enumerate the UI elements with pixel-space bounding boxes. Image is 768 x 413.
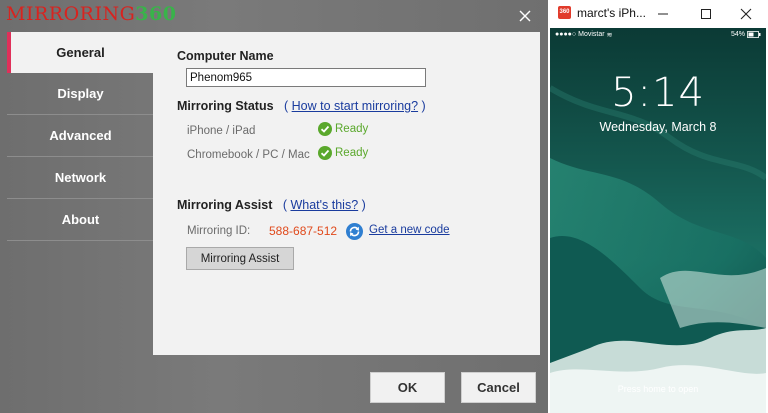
check-icon <box>318 146 332 160</box>
lock-screen-date: Wednesday, March 8 <box>599 120 717 134</box>
computer-name-heading: Computer Name <box>177 49 274 63</box>
get-new-code-link[interactable]: Get a new code <box>369 224 450 236</box>
status-label-iphone: iPhone / iPad <box>187 125 256 137</box>
nav-divider <box>7 240 154 241</box>
how-to-start-link[interactable]: How to start mirroring? <box>292 99 418 113</box>
general-settings-panel: Computer Name Mirroring Status ( How to … <box>153 32 540 355</box>
cancel-button[interactable]: Cancel <box>461 372 536 403</box>
app-titlebar: MIRRORING360 <box>0 0 548 32</box>
nav-item-network[interactable]: Network <box>7 157 154 198</box>
iphone-mirror-window: 360 marct's iPh... ●●●●○ Movistar ≋ 54% … <box>548 0 768 413</box>
mirroring360-window: MIRRORING360 General Display Advanced Ne… <box>0 0 548 413</box>
status-label-chromebook: Chromebook / PC / Mac <box>187 149 310 161</box>
mirroring-status-heading: Mirroring Status ( How to start mirrorin… <box>177 99 426 113</box>
signal-icon: ●●●●○ <box>555 31 577 38</box>
nav-item-advanced[interactable]: Advanced <box>7 115 154 156</box>
mirroring-id-label: Mirroring ID: <box>187 225 251 237</box>
refresh-icon[interactable] <box>346 223 363 240</box>
ok-button[interactable]: OK <box>370 372 445 403</box>
close-icon[interactable] <box>514 5 536 27</box>
battery-percent: 54% <box>730 31 745 38</box>
check-icon <box>318 122 332 136</box>
status-badge: Ready <box>318 122 368 136</box>
iphone-lock-screen[interactable]: ●●●●○ Movistar ≋ 54% 5:14 Wednesday, Mar… <box>550 28 766 413</box>
mirroring-id-value: 588-687-512 <box>269 224 338 238</box>
phone-window-title: marct's iPh... <box>577 6 646 20</box>
nav-item-about[interactable]: About <box>7 199 154 240</box>
nav-item-general[interactable]: General <box>7 32 154 73</box>
mirroring-assist-button[interactable]: Mirroring Assist <box>186 247 294 270</box>
settings-nav: General Display Advanced Network About <box>7 32 154 242</box>
app-logo: MIRRORING360 <box>6 3 177 25</box>
close-icon[interactable] <box>736 4 756 24</box>
mirroring360-app-icon: 360 <box>558 6 571 19</box>
press-home-hint: Press home to open <box>617 384 699 394</box>
computer-name-input[interactable] <box>186 68 426 87</box>
maximize-icon[interactable] <box>696 4 716 24</box>
carrier-name: Movistar <box>578 31 605 38</box>
phone-titlebar: 360 marct's iPh... <box>548 0 768 28</box>
mirroring-assist-heading: Mirroring Assist ( What's this? ) <box>177 198 366 212</box>
battery-icon <box>747 31 761 38</box>
lock-screen-time: 5:14 <box>611 70 705 116</box>
ios-status-bar: ●●●●○ Movistar ≋ 54% <box>550 28 766 41</box>
nav-item-display[interactable]: Display <box>7 73 154 114</box>
whats-this-link[interactable]: What's this? <box>290 198 358 212</box>
wifi-icon: ≋ <box>606 31 613 39</box>
status-badge: Ready <box>318 146 368 160</box>
minimize-icon[interactable] <box>653 4 673 24</box>
